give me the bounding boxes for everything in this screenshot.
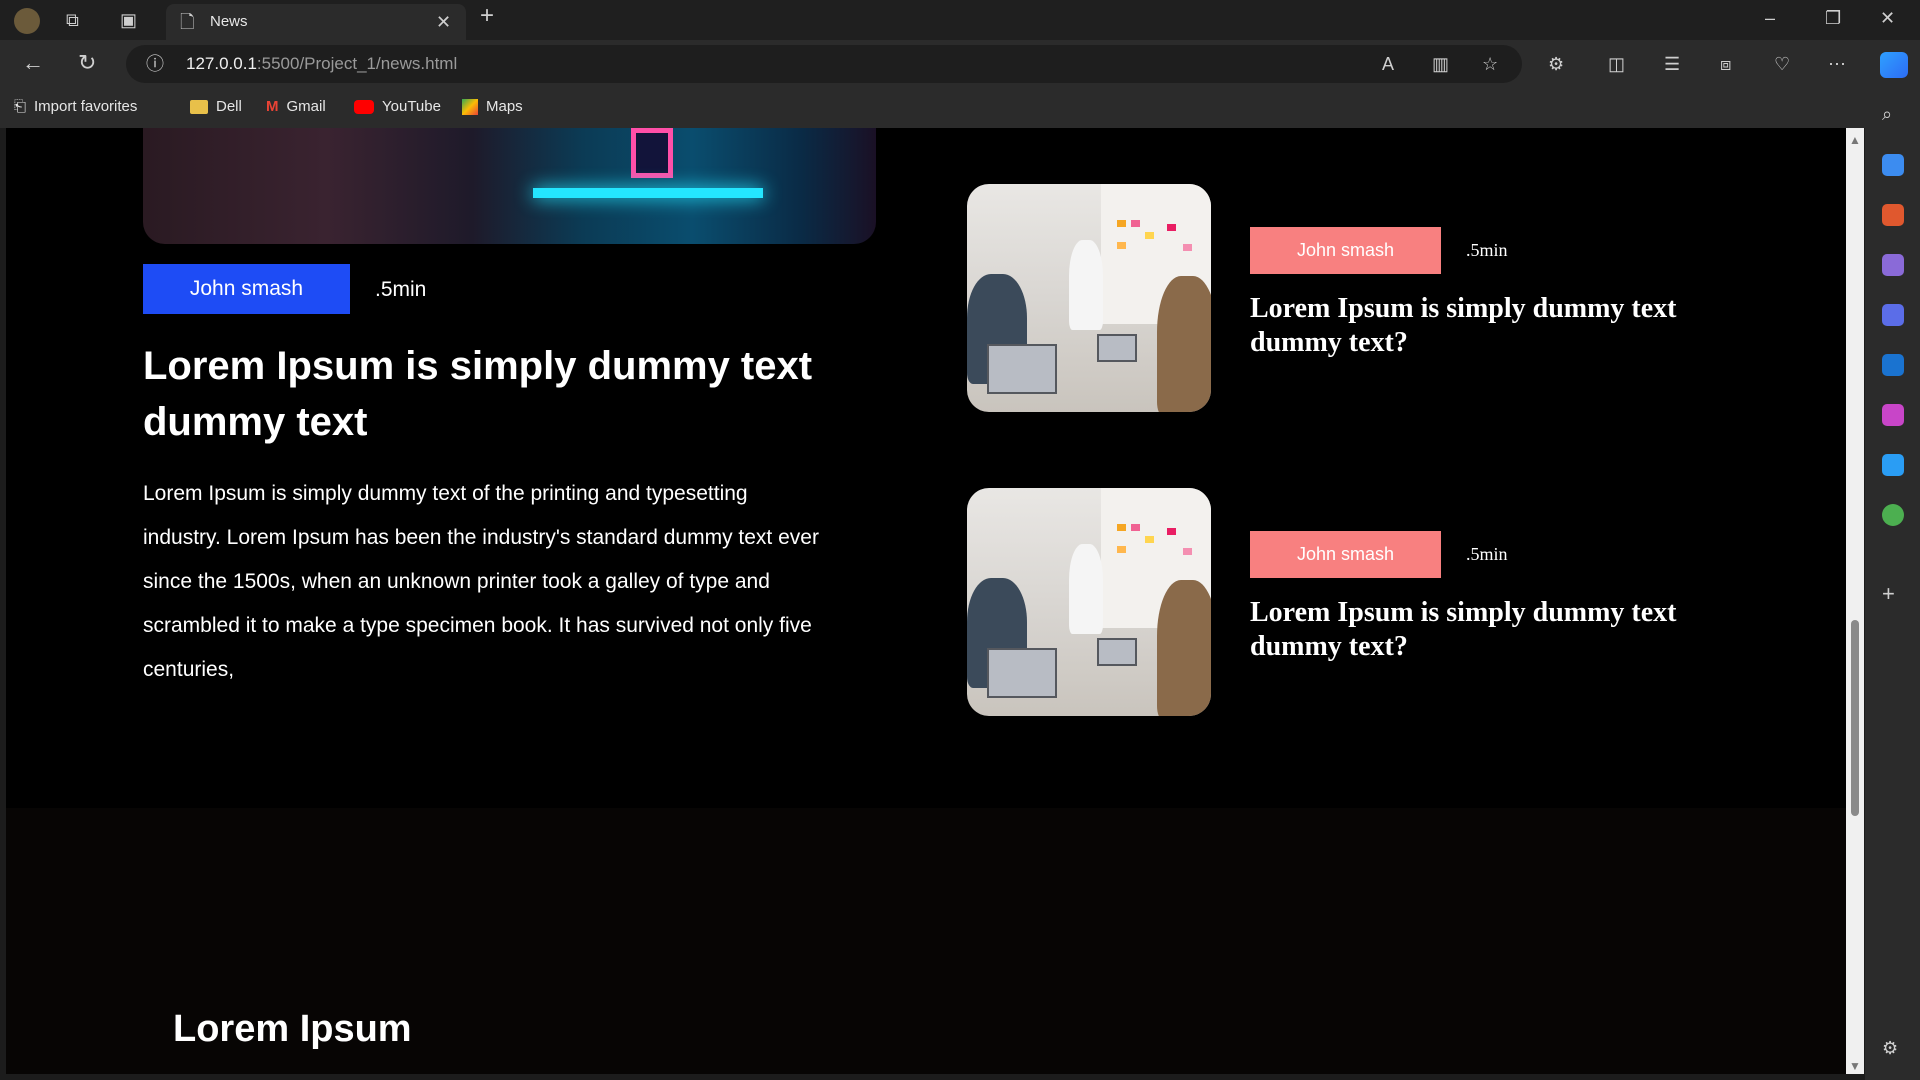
close-tab-icon[interactable]: ✕ — [436, 12, 451, 32]
send-icon[interactable] — [1882, 454, 1904, 476]
favorites-bar: ⎗ Import favorites Dell M Gmail YouTube Ma… — [0, 88, 1920, 128]
side-read-time: .5min — [1466, 544, 1508, 564]
youtube-icon — [354, 99, 374, 114]
immersive-reader-icon[interactable]: ▥ — [1432, 54, 1449, 74]
settings-gear-icon[interactable]: ⚙ — [1882, 1038, 1898, 1058]
neon-sign — [631, 128, 673, 178]
folder-icon — [190, 99, 208, 114]
favorite-gmail[interactable]: M Gmail — [266, 98, 326, 115]
page-viewport: John smash .5min Lorem Ipsum is simply d… — [6, 128, 1846, 1074]
split-screen-icon[interactable]: ◫ — [1608, 54, 1625, 74]
main-read-time: .5min — [375, 278, 427, 301]
edge-sidebar: ⌕ + ⚙ — [1865, 88, 1920, 1080]
side-article-title[interactable]: Lorem Ipsum is simply dummy text dummy t… — [1250, 596, 1750, 664]
tab-news[interactable]: 🗋 News ✕ — [166, 4, 466, 40]
performance-icon[interactable]: ♡ — [1774, 54, 1790, 74]
side-article-image — [967, 488, 1211, 716]
address-toolbar: ← ↻ ⓘ 127.0.0.1:5500/Project_1/news.html… — [0, 40, 1920, 88]
copilot-icon[interactable] — [1880, 52, 1908, 78]
maps-icon — [462, 98, 478, 115]
extensions-icon[interactable]: ⚙ — [1548, 54, 1564, 74]
minimize-button[interactable]: – — [1765, 8, 1775, 28]
browser-title-bar: ⧉ ▣ 🗋 News ✕ + – ❐ ✕ — [0, 0, 1920, 40]
main-article-body: Lorem Ipsum is simply dummy text of the … — [143, 482, 819, 681]
scroll-up-icon[interactable]: ▲ — [1849, 130, 1861, 150]
url-text: 127.0.0.1:5500/Project_1/news.html — [186, 54, 458, 73]
import-icon: ⎗ — [14, 98, 27, 115]
read-aloud-icon[interactable]: A — [1382, 54, 1394, 74]
favorite-dell[interactable]: Dell — [190, 98, 242, 115]
tab-title: News — [210, 13, 248, 30]
tree-icon[interactable] — [1882, 504, 1904, 526]
neon-strip — [533, 188, 763, 198]
main-author-badge[interactable]: John smash — [143, 264, 350, 314]
tools-icon[interactable] — [1882, 204, 1904, 226]
footer-section: Lorem Ipsum — [6, 808, 1846, 1074]
main-article-title[interactable]: Lorem Ipsum is simply dummy text dummy t… — [143, 338, 863, 450]
designer-icon[interactable] — [1882, 404, 1904, 426]
side-read-time: .5min — [1466, 240, 1508, 260]
favorite-youtube[interactable]: YouTube — [354, 98, 441, 115]
search-icon[interactable]: ⌕ — [1882, 104, 1892, 124]
restore-button[interactable]: ❐ — [1825, 8, 1841, 28]
collections-icon[interactable]: ⧈ — [1720, 54, 1731, 74]
shopping-tag-icon[interactable] — [1882, 154, 1904, 176]
scroll-down-icon[interactable]: ▼ — [1849, 1056, 1861, 1076]
favorites-icon[interactable]: ☰ — [1664, 54, 1680, 74]
scroll-thumb[interactable] — [1851, 620, 1859, 816]
favorite-star-icon[interactable]: ☆ — [1482, 54, 1498, 74]
close-window-button[interactable]: ✕ — [1880, 8, 1895, 28]
page-icon: 🗋 — [180, 12, 195, 32]
workspaces-icon[interactable]: ⧉ — [66, 10, 79, 30]
copilot-sidebar-icon[interactable] — [1882, 304, 1904, 326]
tab-actions-icon[interactable]: ▣ — [120, 10, 137, 30]
games-icon[interactable] — [1882, 254, 1904, 276]
address-field[interactable]: ⓘ 127.0.0.1:5500/Project_1/news.html A ▥… — [126, 45, 1522, 83]
refresh-icon[interactable]: ↻ — [78, 52, 96, 74]
gmail-icon: M — [266, 98, 279, 115]
favorite-maps[interactable]: Maps — [462, 98, 523, 115]
new-tab-button[interactable]: + — [480, 4, 494, 28]
more-menu-icon[interactable]: ⋯ — [1828, 54, 1846, 74]
site-info-icon[interactable]: ⓘ — [146, 54, 164, 74]
add-sidebar-app-icon[interactable]: + — [1882, 583, 1895, 605]
footer-title: Lorem Ipsum — [173, 1008, 412, 1050]
hero-image — [143, 128, 876, 244]
side-article-image — [967, 184, 1211, 412]
side-author-badge[interactable]: John smash — [1250, 531, 1441, 578]
profile-avatar[interactable] — [14, 8, 40, 34]
side-article-title[interactable]: Lorem Ipsum is simply dummy text dummy t… — [1250, 292, 1750, 360]
favorite-import[interactable]: ⎗ Import favorites — [14, 98, 137, 115]
page-scrollbar[interactable]: ▲ ▼ — [1846, 128, 1864, 1074]
outlook-icon[interactable] — [1882, 354, 1904, 376]
side-author-badge[interactable]: John smash — [1250, 227, 1441, 274]
back-icon[interactable]: ← — [22, 52, 44, 74]
